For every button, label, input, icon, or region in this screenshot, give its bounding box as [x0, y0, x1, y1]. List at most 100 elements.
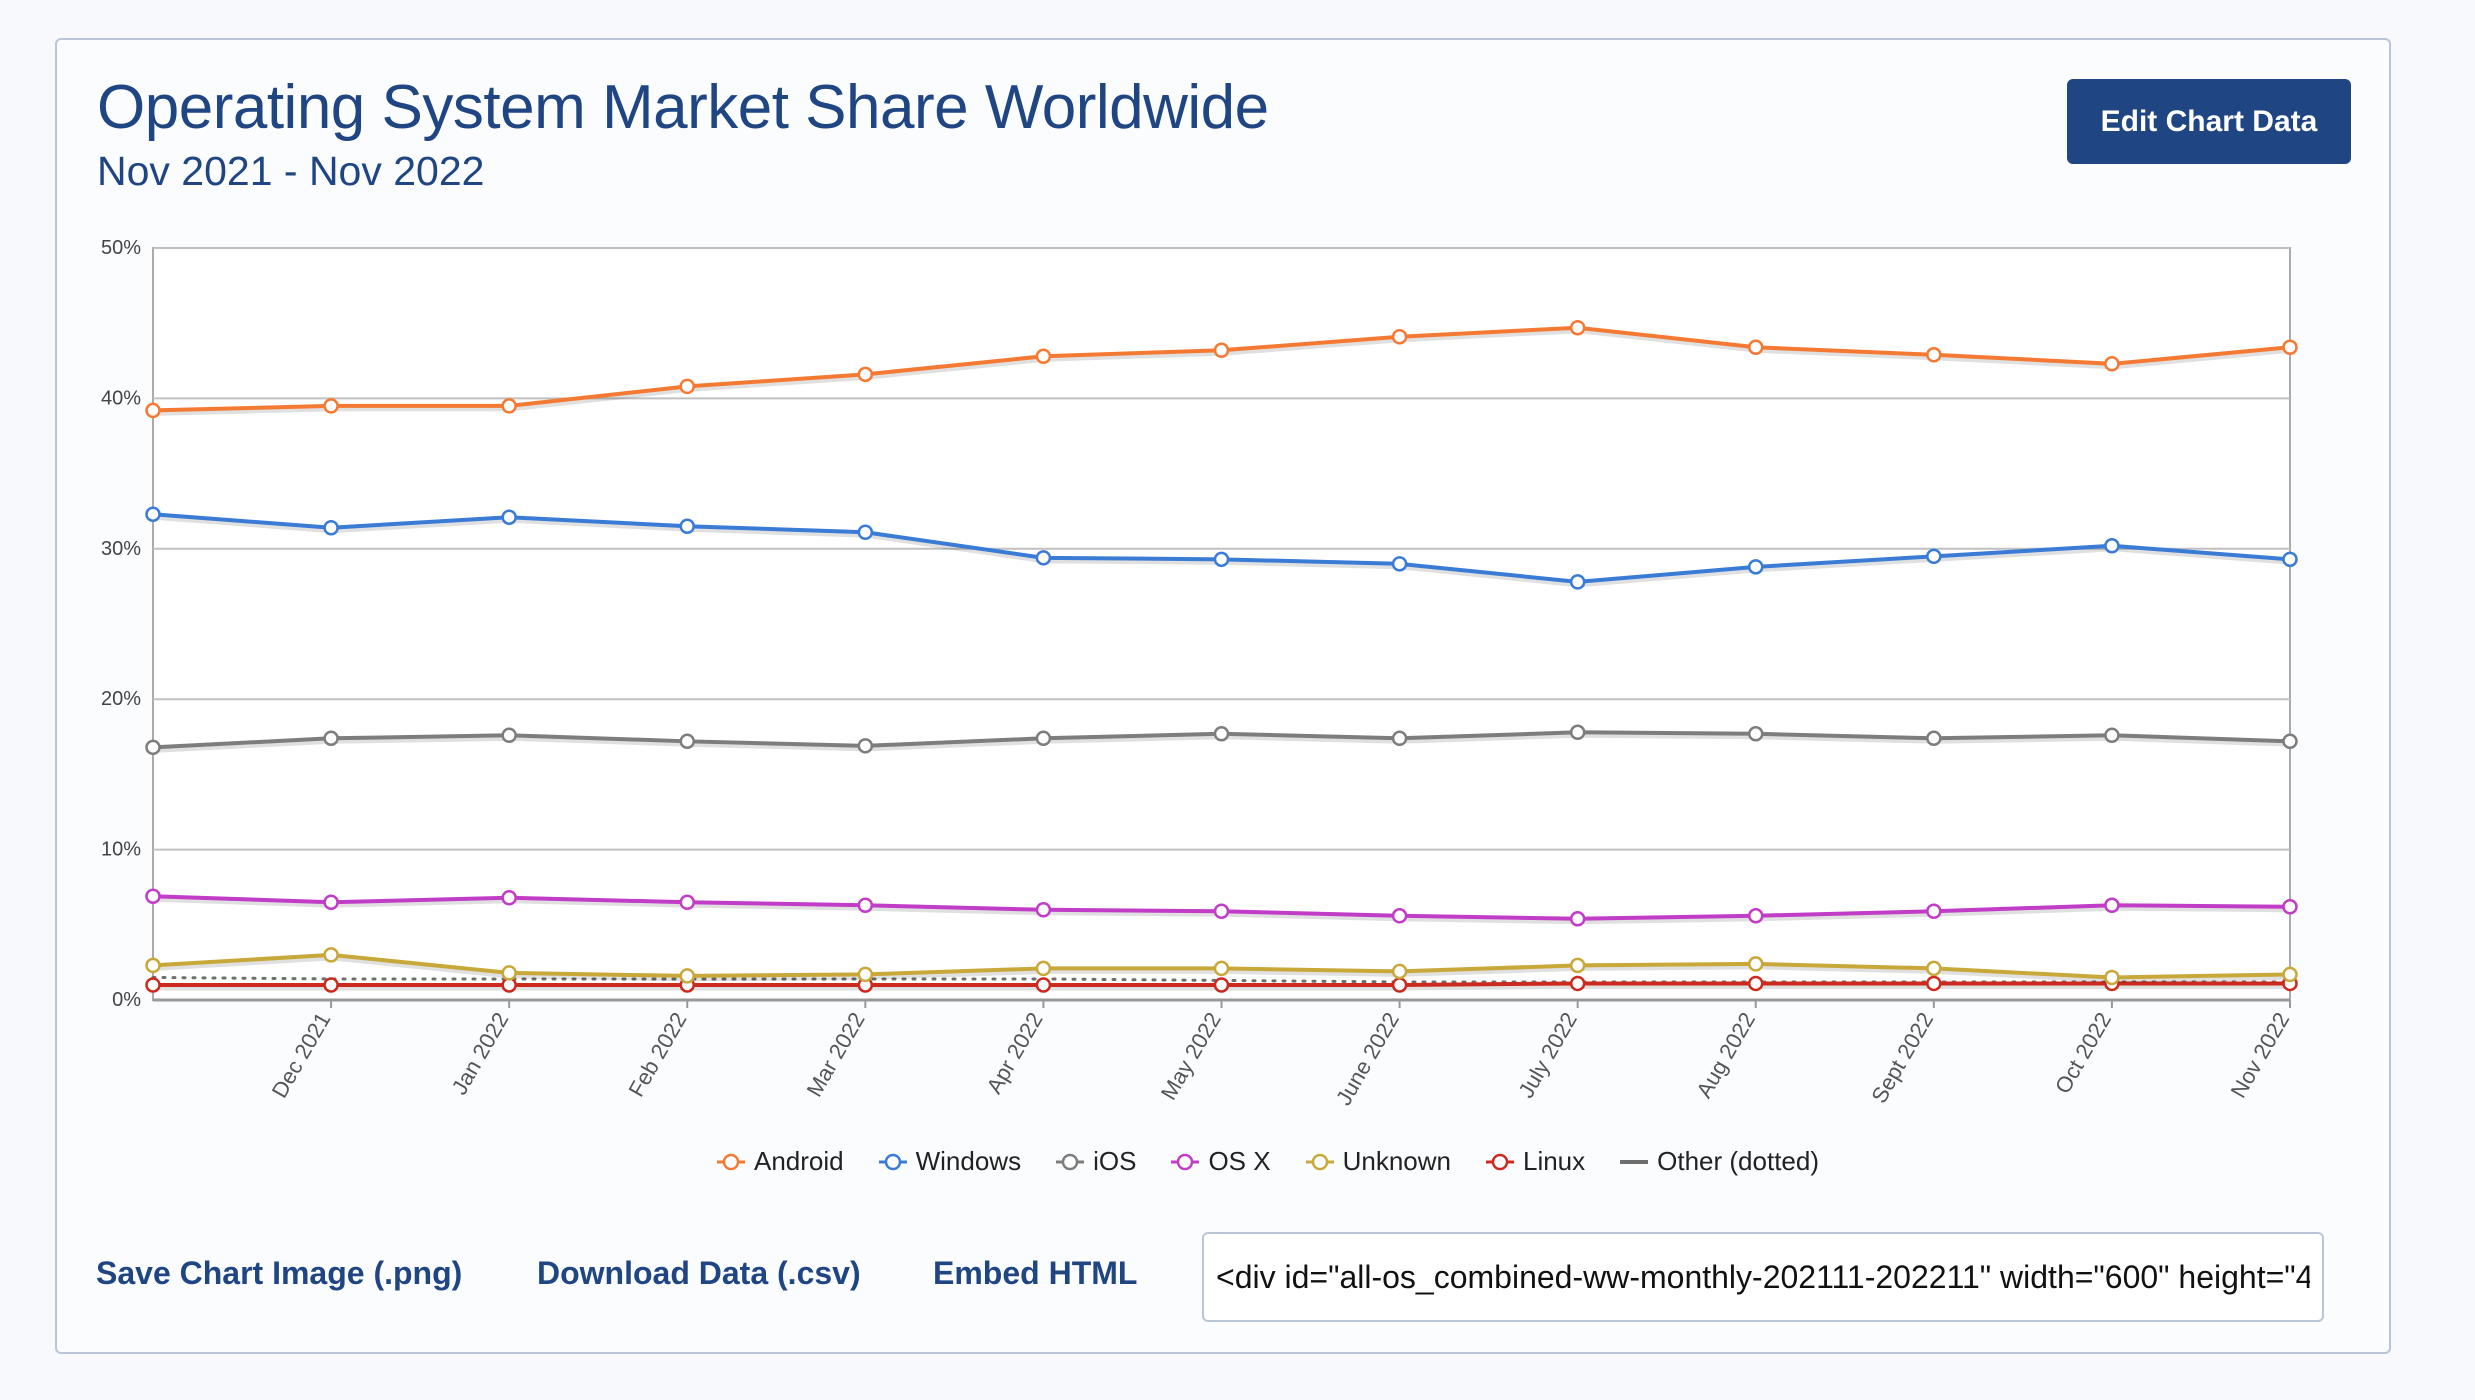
- x-tick-label: Jan 2022: [447, 1008, 514, 1099]
- data-point-windows: [1213, 551, 1230, 568]
- data-point-os-x: [501, 889, 517, 906]
- data-point-ios: [1748, 726, 1764, 742]
- data-point-linux: [1391, 977, 1408, 993]
- legend-label: Unknown: [1342, 1146, 1451, 1176]
- data-point-unknown: [1926, 960, 1942, 977]
- x-tick-label: Feb 2022: [623, 1008, 691, 1101]
- data-point-linux: [1213, 977, 1230, 993]
- data-point-windows: [2282, 551, 2298, 568]
- data-point-os-x: [1391, 908, 1408, 924]
- legend-label: Other (dotted): [1657, 1146, 1819, 1176]
- legend-marker-icon: [1056, 1153, 1085, 1170]
- download-data-link[interactable]: Download Data (.csv): [537, 1255, 861, 1292]
- x-tick-label: Apr 2022: [981, 1008, 1047, 1098]
- x-tick-label: Dec 2021: [267, 1008, 336, 1102]
- data-point-windows: [323, 519, 339, 536]
- data-point-os-x: [1926, 903, 1942, 920]
- y-tick-label: 50%: [101, 237, 141, 259]
- data-point-unknown: [857, 966, 874, 983]
- data-point-linux: [145, 977, 161, 993]
- data-point-unknown: [501, 965, 517, 981]
- data-point-ios: [501, 727, 517, 744]
- data-point-os-x: [679, 894, 695, 910]
- data-point-ios: [1391, 730, 1408, 747]
- data-point-windows: [1391, 556, 1408, 572]
- legend-label: iOS: [1093, 1146, 1137, 1176]
- data-point-android: [501, 398, 517, 414]
- data-point-ios: [1035, 730, 1052, 747]
- legend-label: OS X: [1208, 1146, 1271, 1176]
- legend-item-os-x[interactable]: OS X: [1170, 1146, 1271, 1177]
- data-point-unknown: [1213, 960, 1230, 977]
- legend-item-ios[interactable]: iOS: [1055, 1146, 1136, 1177]
- data-point-linux: [1926, 975, 1942, 992]
- data-point-os-x: [1748, 908, 1764, 924]
- data-point-android: [1926, 347, 1942, 363]
- data-point-android: [1391, 328, 1408, 345]
- data-point-os-x: [1035, 902, 1052, 918]
- data-point-os-x: [1569, 911, 1586, 927]
- embed-html-link[interactable]: Embed HTML: [933, 1255, 1137, 1292]
- data-point-android: [1035, 348, 1052, 365]
- data-point-android: [1569, 319, 1586, 336]
- data-point-windows: [679, 518, 695, 534]
- data-point-unknown: [2282, 966, 2298, 983]
- legend-line-icon: [1620, 1159, 1649, 1164]
- data-point-windows: [1748, 559, 1764, 575]
- data-point-windows: [1569, 574, 1586, 590]
- y-tick-label: 0%: [112, 989, 141, 1011]
- data-point-android: [679, 378, 695, 395]
- line-chart: statcounter 0%10%20%30%40%50% Dec 2021Ja…: [101, 237, 2298, 1109]
- data-point-windows: [145, 506, 161, 522]
- legend-label: Android: [753, 1146, 844, 1176]
- data-point-linux: [323, 977, 339, 993]
- x-tick-label: May 2022: [1156, 1008, 1226, 1104]
- data-point-unknown: [1391, 963, 1408, 980]
- save-chart-image-link[interactable]: Save Chart Image (.png): [96, 1255, 462, 1292]
- data-point-unknown: [1748, 956, 1764, 972]
- data-point-ios: [2104, 727, 2120, 744]
- data-point-linux: [1035, 977, 1052, 993]
- data-point-unknown: [1035, 960, 1052, 977]
- data-point-windows: [857, 524, 874, 541]
- legend-item-linux[interactable]: Linux: [1485, 1146, 1585, 1177]
- y-tick-label: 40%: [101, 387, 141, 409]
- x-tick-label: Oct 2022: [2050, 1008, 2116, 1098]
- data-point-android: [323, 398, 339, 414]
- legend-marker-icon: [716, 1153, 745, 1170]
- y-tick-label: 20%: [101, 688, 141, 710]
- data-point-linux: [1569, 975, 1586, 992]
- data-point-ios: [1926, 730, 1942, 747]
- x-tick-label: Nov 2022: [2226, 1008, 2295, 1102]
- x-tick-label: Mar 2022: [802, 1008, 870, 1101]
- data-point-unknown: [1569, 957, 1586, 974]
- data-point-ios: [857, 738, 874, 754]
- data-point-os-x: [2282, 899, 2298, 915]
- x-tick-label: Sept 2022: [1866, 1008, 1938, 1107]
- data-point-android: [2282, 339, 2298, 356]
- chart-legend: Android Windows iOS OS X Unknown Linux Other (…: [0, 1146, 2475, 1177]
- data-point-android: [2104, 356, 2120, 372]
- data-point-android: [857, 366, 874, 383]
- data-point-android: [1213, 342, 1230, 359]
- legend-item-android[interactable]: Android: [716, 1146, 844, 1177]
- y-tick-label: 10%: [101, 839, 141, 861]
- data-point-ios: [145, 739, 161, 756]
- data-point-os-x: [145, 888, 161, 904]
- legend-item-windows[interactable]: Windows: [878, 1146, 1021, 1177]
- legend-item-other-dotted[interactable]: Other (dotted): [1619, 1146, 1819, 1177]
- x-tick-label: Aug 2022: [1691, 1008, 1760, 1102]
- data-point-windows: [2104, 538, 2120, 554]
- data-point-unknown: [2104, 969, 2120, 986]
- embed-code-input[interactable]: [1202, 1232, 2324, 1322]
- data-point-linux: [1748, 975, 1764, 992]
- x-tick-label: July 2022: [1513, 1008, 1582, 1102]
- legend-item-unknown[interactable]: Unknown: [1305, 1146, 1451, 1177]
- legend-label: Windows: [915, 1146, 1022, 1176]
- data-point-windows: [501, 509, 517, 525]
- y-tick-label: 30%: [101, 538, 141, 560]
- data-point-ios: [323, 730, 339, 747]
- data-point-os-x: [1213, 903, 1230, 920]
- data-point-ios: [2282, 733, 2298, 750]
- data-point-os-x: [857, 897, 874, 913]
